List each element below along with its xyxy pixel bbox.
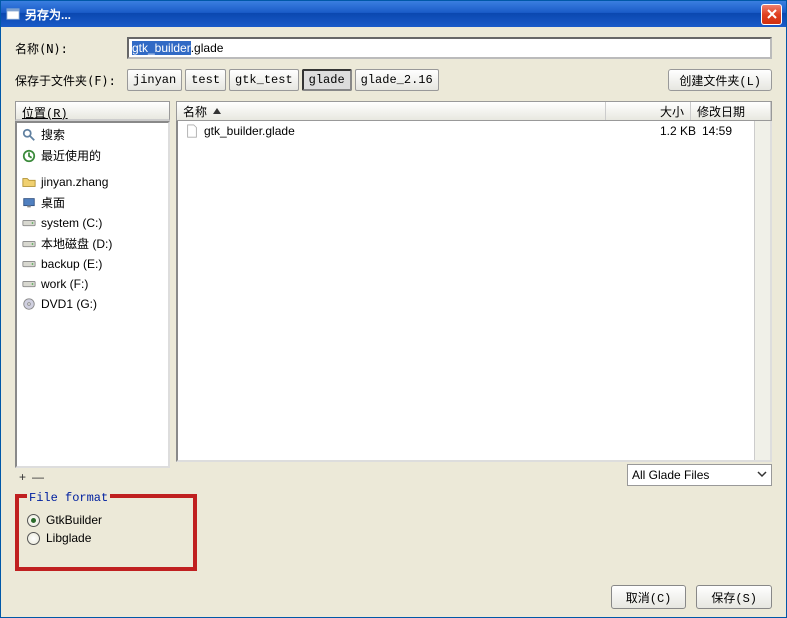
file-list[interactable]: gtk_builder.glade1.2 KB14:59 (176, 121, 772, 462)
locations-header[interactable]: 位置(R) (15, 101, 170, 121)
location-label: work (F:) (41, 277, 88, 291)
file-format-group: File format GtkBuilder Libglade (15, 494, 197, 571)
filename-label: 名称(N): (15, 40, 123, 57)
recent-icon (21, 148, 37, 164)
file-format-option[interactable]: Libglade (27, 531, 185, 545)
drive-icon (21, 256, 37, 272)
radio-icon (27, 532, 40, 545)
file-browser: 位置(R) 搜索最近使用的 jinyan.zhang 桌面 system (C:) 本地… (15, 101, 772, 486)
filename-row: 名称(N): gtk_builder.glade (15, 37, 772, 59)
location-item[interactable]: system (C:) (17, 213, 168, 233)
file-pane: 名称 大小 修改日期 gtk_builder.glade1.2 KB14:59 … (176, 101, 772, 486)
drive-icon (21, 276, 37, 292)
save-button[interactable]: 保存(S) (696, 585, 772, 609)
app-icon (5, 6, 21, 22)
titlebar[interactable]: 另存为... (1, 1, 786, 27)
file-format-legend: File format (27, 491, 110, 505)
location-item[interactable]: 本地磁盘 (D:) (17, 233, 168, 254)
filename-selected-part: gtk_builder (132, 41, 191, 55)
location-label: 搜索 (41, 126, 65, 143)
sort-asc-icon (213, 108, 221, 114)
location-item[interactable]: 最近使用的 (17, 145, 168, 166)
locations-tools: + — (15, 468, 170, 486)
add-location-button[interactable]: + (19, 470, 26, 484)
locations-panel: 位置(R) 搜索最近使用的 jinyan.zhang 桌面 system (C:) 本地… (15, 101, 170, 486)
file-name: gtk_builder.glade (204, 124, 617, 138)
location-item[interactable]: backup (E:) (17, 254, 168, 274)
dialog-content: 名称(N): gtk_builder.glade 保存于文件夹(F): jiny… (1, 27, 786, 617)
path-label: 保存于文件夹(F): (15, 72, 123, 89)
window-title: 另存为... (25, 6, 761, 23)
scrollbar-vertical[interactable] (754, 121, 770, 460)
drive-icon (21, 215, 37, 231)
file-type-filter[interactable]: All Glade Files (627, 464, 772, 486)
location-item[interactable]: 搜索 (17, 124, 168, 145)
file-icon (184, 123, 200, 139)
file-format-label: GtkBuilder (46, 513, 102, 527)
close-button[interactable] (761, 4, 782, 25)
create-folder-button[interactable]: 创建文件夹(L) (668, 69, 772, 91)
filter-label: All Glade Files (632, 468, 709, 482)
path-segment[interactable]: gtk_test (229, 69, 299, 91)
desktop-icon (21, 195, 37, 211)
drive-icon (21, 236, 37, 252)
location-label: 最近使用的 (41, 147, 101, 164)
location-item[interactable]: DVD1 (G:) (17, 294, 168, 314)
location-item[interactable]: 桌面 (17, 192, 168, 213)
save-as-dialog: 另存为... 名称(N): gtk_builder.glade 保存于文件夹(F… (0, 0, 787, 618)
path-row: 保存于文件夹(F): jinyantestgtk_testgladeglade_… (15, 69, 772, 91)
location-label: DVD1 (G:) (41, 297, 97, 311)
col-name-header[interactable]: 名称 (177, 102, 606, 120)
file-format-option[interactable]: GtkBuilder (27, 513, 185, 527)
chevron-down-icon (757, 468, 767, 482)
file-columns-header: 名称 大小 修改日期 (176, 101, 772, 121)
cancel-button[interactable]: 取消(C) (611, 585, 687, 609)
locations-list[interactable]: 搜索最近使用的 jinyan.zhang 桌面 system (C:) 本地磁盘 (D:… (15, 121, 170, 468)
location-label: 桌面 (41, 194, 65, 211)
col-date-header[interactable]: 修改日期 (691, 102, 771, 120)
file-format-label: Libglade (46, 531, 91, 545)
folder-icon (21, 174, 37, 190)
location-item[interactable]: jinyan.zhang (17, 172, 168, 192)
filename-input[interactable]: gtk_builder.glade (127, 37, 772, 59)
radio-icon (27, 514, 40, 527)
location-label: backup (E:) (41, 257, 102, 271)
path-segment[interactable]: test (185, 69, 226, 91)
path-segments: jinyantestgtk_testgladeglade_2.16 (127, 69, 439, 91)
location-label: 本地磁盘 (D:) (41, 235, 112, 252)
col-size-header[interactable]: 大小 (606, 102, 691, 120)
path-segment[interactable]: jinyan (127, 69, 182, 91)
remove-location-button[interactable]: — (32, 470, 44, 484)
filename-rest-part: .glade (191, 41, 224, 55)
path-segment[interactable]: glade_2.16 (355, 69, 439, 91)
location-label: system (C:) (41, 216, 102, 230)
close-icon (767, 9, 777, 19)
location-label: jinyan.zhang (41, 175, 108, 189)
location-item[interactable]: work (F:) (17, 274, 168, 294)
dvd-icon (21, 296, 37, 312)
filter-row: All Glade Files (176, 464, 772, 486)
file-size: 1.2 KB (617, 124, 702, 138)
action-row: 取消(C) 保存(S) (15, 581, 772, 609)
search-icon (21, 127, 37, 143)
file-row[interactable]: gtk_builder.glade1.2 KB14:59 (178, 121, 770, 141)
path-segment[interactable]: glade (302, 69, 352, 91)
